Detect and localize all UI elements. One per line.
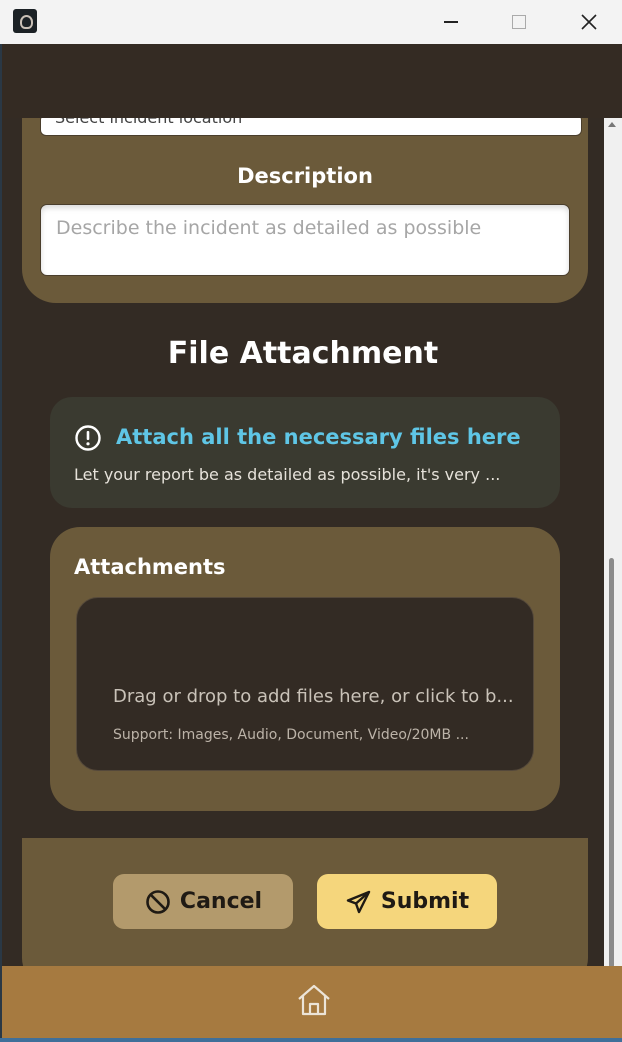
info-circle-icon (75, 425, 101, 451)
maximize-button[interactable] (496, 0, 542, 44)
attachments-card: Attachments Drag or drop to add files he… (50, 527, 560, 811)
cancel-button[interactable]: Cancel (113, 874, 293, 929)
close-icon (581, 14, 597, 30)
scroll-up-icon[interactable] (608, 122, 616, 127)
incident-form-card: Select incident location Description Des… (22, 118, 588, 303)
attachments-label: Attachments (74, 555, 226, 579)
dropzone-text: Drag or drop to add files here, or click… (113, 686, 514, 707)
info-text: Let your report be as detailed as possib… (74, 465, 501, 484)
close-button[interactable] (566, 0, 612, 44)
action-bar: Cancel Submit (22, 838, 588, 966)
cancel-icon (146, 889, 170, 914)
info-callout: Attach all the necessary files here Let … (50, 397, 560, 508)
description-input[interactable]: Describe the incident as detailed as pos… (40, 204, 570, 276)
send-icon (346, 890, 371, 913)
minimize-icon (444, 21, 458, 23)
cancel-label: Cancel (179, 889, 263, 914)
maximize-icon (512, 15, 526, 29)
file-attachment-title: File Attachment (167, 336, 439, 371)
submit-button[interactable]: Submit (317, 874, 497, 929)
window-titlebar (0, 0, 622, 44)
home-icon[interactable] (295, 981, 333, 1019)
scroll-thumb[interactable] (609, 558, 614, 968)
file-dropzone[interactable]: Drag or drop to add files here, or click… (76, 597, 534, 771)
app-header (2, 44, 622, 118)
dropzone-support-text: Support: Images, Audio, Document, Video/… (113, 727, 469, 743)
bottom-navigation (2, 966, 622, 1038)
description-placeholder: Describe the incident as detailed as pos… (56, 217, 482, 239)
description-label: Description (237, 164, 373, 188)
info-title: Attach all the necessary files here (116, 425, 521, 449)
submit-label: Submit (380, 889, 470, 914)
minimize-button[interactable] (428, 0, 474, 44)
vertical-scrollbar[interactable] (604, 118, 622, 968)
location-select[interactable]: Select incident location (40, 118, 582, 136)
app-icon (13, 9, 37, 33)
taskbar-edge (0, 1038, 622, 1042)
scroll-content[interactable]: Select incident location Description Des… (2, 118, 604, 966)
